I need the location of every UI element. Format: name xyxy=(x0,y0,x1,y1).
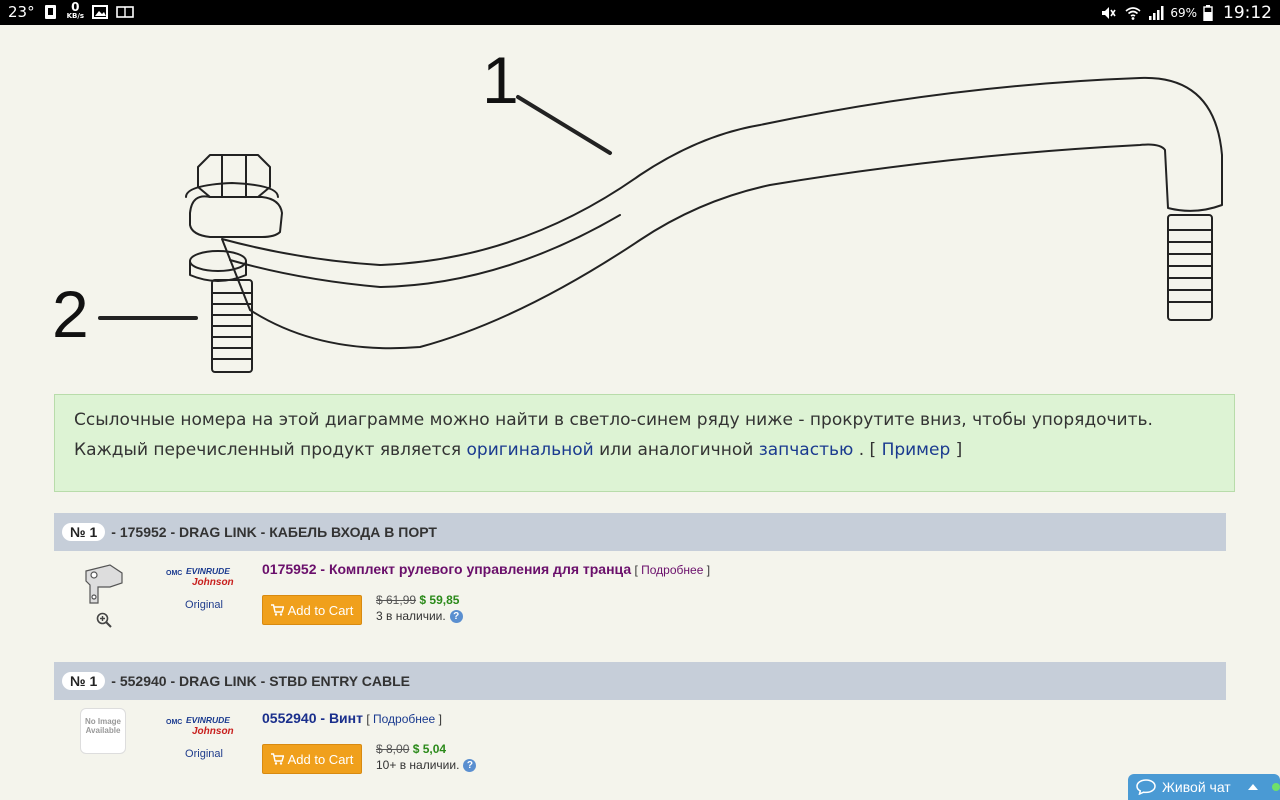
chevron-up-icon[interactable] xyxy=(1247,783,1259,791)
ref-badge: № 1 xyxy=(62,523,106,541)
section-header: № 1 - 552940 - DRAG LINK - STBD ENTRY CA… xyxy=(54,662,1226,700)
wifi-icon xyxy=(1125,7,1141,20)
svg-text:OMC: OMC xyxy=(166,570,182,577)
product-name-link[interactable]: 0175952 - Комплект рулевого управления д… xyxy=(262,561,631,577)
add-to-cart-button[interactable]: Add to Cart xyxy=(262,744,362,774)
new-price: $ 5,04 xyxy=(412,742,447,756)
link-example[interactable]: Пример xyxy=(882,440,951,460)
original-label: Original xyxy=(185,748,223,760)
brand-logo: OMC EVINRUDE Johnson xyxy=(166,715,234,736)
svg-text:Johnson: Johnson xyxy=(192,577,234,587)
callout-1: 1 xyxy=(482,43,519,117)
details-link[interactable]: Подробнее xyxy=(373,712,435,726)
chat-bubble-icon xyxy=(1136,779,1156,795)
price: $ 61,99 $ 59,85 xyxy=(376,593,459,607)
screen-icon xyxy=(116,6,134,18)
old-price: $ 61,99 xyxy=(376,593,417,607)
old-price: $ 8,00 xyxy=(376,742,410,756)
original-label: Original xyxy=(185,599,223,611)
info-line-2: Каждый перечисленный продукт является ор… xyxy=(74,440,963,460)
ref-badge: № 1 xyxy=(62,672,106,690)
svg-text:Johnson: Johnson xyxy=(192,726,234,736)
status-bar: 23° 0 KB/s 69% 19:12 xyxy=(0,0,1280,25)
battery-percent: 69% xyxy=(1170,6,1197,20)
product-row: No Image Available OMC EVINRUDE Johnson … xyxy=(54,700,1226,800)
price: $ 8,00 $ 5,04 xyxy=(376,742,446,756)
sim-icon xyxy=(44,5,56,19)
cart-icon xyxy=(270,604,284,616)
signal-icon xyxy=(1149,6,1164,20)
gallery-icon xyxy=(92,5,109,19)
info-line-1: Ссылочные номера на этой диаграмме можно… xyxy=(74,410,1153,430)
zoom-icon[interactable] xyxy=(96,612,112,628)
stock-status: 3 в наличии. ? xyxy=(376,609,463,623)
svg-text:EVINRUDE: EVINRUDE xyxy=(186,566,230,576)
details-link[interactable]: Подробнее xyxy=(641,563,703,577)
link-original[interactable]: оригинальной xyxy=(467,440,594,460)
temperature-text: 23° xyxy=(8,3,35,21)
help-icon[interactable]: ? xyxy=(463,758,477,772)
product-title: 0552940 - Винт [ Подробнее ] xyxy=(262,710,442,726)
product-row: OMC EVINRUDE Johnson Original 0175952 - … xyxy=(54,551,1226,651)
link-part[interactable]: запчастью xyxy=(759,440,854,460)
section-title: - 552940 - DRAG LINK - STBD ENTRY CABLE xyxy=(111,673,411,689)
callout-2: 2 xyxy=(52,277,89,351)
svg-text:EVINRUDE: EVINRUDE xyxy=(186,715,230,725)
help-icon[interactable]: ? xyxy=(449,609,463,623)
no-image-placeholder[interactable]: No Image Available xyxy=(80,708,126,754)
battery-icon xyxy=(1203,5,1213,21)
section-title: - 175952 - DRAG LINK - КАБЕЛЬ ВХОДА В ПО… xyxy=(111,524,437,540)
chat-label: Живой чат xyxy=(1162,779,1231,795)
parts-diagram: 1 2 xyxy=(52,43,1223,373)
network-speed: 0 KB/s xyxy=(66,0,85,20)
clock: 19:12 xyxy=(1223,3,1272,23)
add-to-cart-button[interactable]: Add to Cart xyxy=(262,595,362,625)
product-thumbnail[interactable] xyxy=(80,557,128,607)
product-title: 0175952 - Комплект рулевого управления д… xyxy=(262,561,711,577)
info-box: Ссылочные номера на этой диаграмме можно… xyxy=(54,394,1235,492)
mute-icon xyxy=(1102,7,1116,19)
online-status-dot xyxy=(1272,783,1280,791)
live-chat-button[interactable]: Живой чат xyxy=(1128,774,1280,800)
stock-status: 10+ в наличии. ? xyxy=(376,758,477,772)
svg-text:OMC: OMC xyxy=(166,719,182,726)
product-name-link[interactable]: 0552940 - Винт xyxy=(262,710,363,726)
new-price: $ 59,85 xyxy=(419,593,460,607)
cart-icon xyxy=(270,753,284,765)
section-header: № 1 - 175952 - DRAG LINK - КАБЕЛЬ ВХОДА … xyxy=(54,513,1226,551)
brand-logo: OMC EVINRUDE Johnson xyxy=(166,566,234,587)
